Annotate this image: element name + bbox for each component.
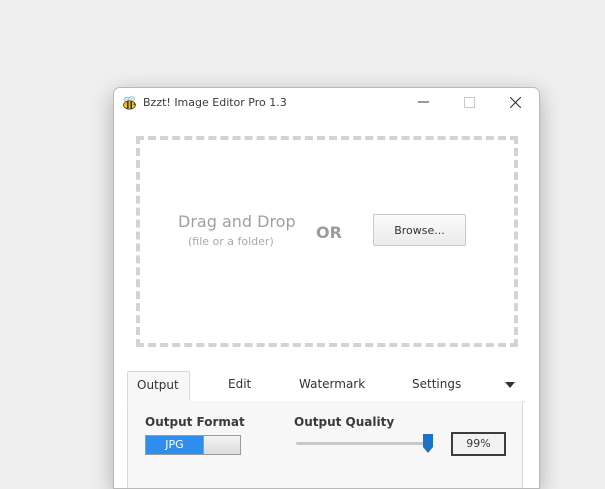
format-value: JPG: [146, 436, 203, 454]
tab-watermark[interactable]: Watermark: [299, 377, 365, 391]
tab-settings[interactable]: Settings: [412, 377, 461, 391]
output-quality-label: Output Quality: [294, 415, 395, 429]
output-format-label: Output Format: [145, 415, 245, 429]
app-window: Bzzt! Image Editor Pro 1.3 Drag and Drop…: [113, 87, 540, 489]
browse-button[interactable]: Browse...: [373, 214, 466, 246]
tab-output[interactable]: Output: [127, 371, 190, 401]
close-icon: [510, 97, 521, 108]
quality-slider-thumb[interactable]: [423, 434, 433, 453]
options-tabs: Output Edit Watermark Settings Output Fo…: [127, 371, 525, 488]
title-bar[interactable]: Bzzt! Image Editor Pro 1.3: [114, 88, 539, 117]
quality-slider-track[interactable]: [296, 442, 432, 445]
minimize-button[interactable]: [401, 88, 447, 117]
drag-drop-subtitle: (file or a folder): [188, 235, 274, 248]
maximize-button[interactable]: [447, 88, 493, 117]
chevron-down-icon[interactable]: [505, 382, 515, 388]
drag-drop-title: Drag and Drop: [178, 212, 296, 231]
toggle-knob[interactable]: [203, 436, 240, 454]
bee-icon: [122, 95, 137, 110]
format-toggle[interactable]: JPG: [145, 435, 241, 455]
quality-value[interactable]: 99%: [451, 432, 506, 456]
tab-strip: Output Edit Watermark Settings: [127, 371, 525, 402]
window-title: Bzzt! Image Editor Pro 1.3: [143, 96, 287, 109]
or-label: OR: [316, 223, 342, 242]
tab-edit[interactable]: Edit: [228, 377, 251, 391]
close-button[interactable]: [493, 88, 539, 117]
minimize-icon: [418, 101, 429, 103]
maximize-icon: [464, 97, 475, 108]
output-panel: Output Format JPG Output Quality 99%: [127, 401, 523, 488]
